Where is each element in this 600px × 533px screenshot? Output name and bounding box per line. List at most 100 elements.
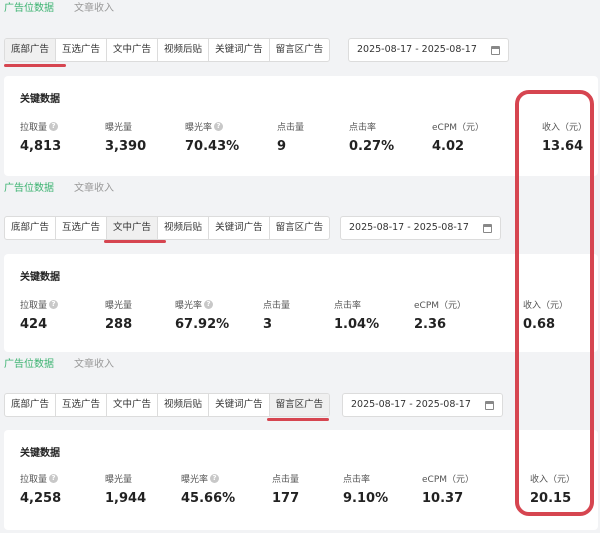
key-data-card: 关键数据 拉取量? 4,813 曝光量 3,390 曝光率? 70.43% 点击… xyxy=(4,76,598,176)
metric-ecpm: eCPM（元） 10.37 xyxy=(422,472,474,506)
metric-label: 拉取量 xyxy=(20,301,48,311)
metric-label: 曝光率 xyxy=(175,301,203,311)
metric-exposure: 曝光量 288 xyxy=(105,298,132,332)
ad-tab-in-article[interactable]: 文中广告 xyxy=(107,217,159,239)
metric-value: 2.36 xyxy=(414,317,447,332)
ad-tab-comment[interactable]: 留言区广告 xyxy=(270,217,330,239)
metric-ecpm: eCPM（元） 2.36 xyxy=(414,298,466,332)
metric-exposure: 曝光量 3,390 xyxy=(105,120,146,154)
tab-article-income[interactable]: 文章收入 xyxy=(70,180,114,202)
ad-tab-keyword[interactable]: 关键词广告 xyxy=(209,394,270,416)
date-range-text: 2025-08-17 - 2025-08-17 xyxy=(357,44,477,55)
help-icon[interactable]: ? xyxy=(49,300,59,309)
metric-value: 4,813 xyxy=(20,139,62,154)
metric-label: 曝光量 xyxy=(105,475,133,485)
annotation-underline xyxy=(4,64,66,67)
ad-type-selector: 底部广告 互选广告 文中广告 视频后贴 关键词广告 留言区广告 xyxy=(4,216,331,240)
calendar-icon xyxy=(484,400,494,410)
tab-ad-slot-data[interactable]: 广告位数据 xyxy=(0,356,54,378)
ad-tab-in-article[interactable]: 文中广告 xyxy=(107,39,159,61)
metric-ctr: 点击率 1.04% xyxy=(334,298,379,332)
metric-label: 点击率 xyxy=(349,123,377,133)
key-data-card: 关键数据 拉取量? 4,258 曝光量 1,944 曝光率? 45.66% 点击… xyxy=(4,430,598,530)
metric-value: 4,258 xyxy=(20,491,62,506)
tab-ad-slot-data[interactable]: 广告位数据 xyxy=(0,180,54,202)
ad-tab-video-post[interactable]: 视频后贴 xyxy=(158,394,210,416)
metric-label: 点击率 xyxy=(334,301,362,311)
metric-pull: 拉取量? 4,258 xyxy=(20,472,61,506)
metric-label: 曝光量 xyxy=(105,123,133,133)
metric-ctr: 点击率 9.10% xyxy=(343,472,388,506)
metric-label: 拉取量 xyxy=(20,475,48,485)
ad-tab-in-article[interactable]: 文中广告 xyxy=(107,394,159,416)
metric-value: 70.43% xyxy=(185,139,240,154)
metric-value: 9.10% xyxy=(343,491,389,506)
help-icon[interactable]: ? xyxy=(210,474,220,483)
help-icon[interactable]: ? xyxy=(214,122,224,131)
metric-value: 424 xyxy=(20,317,48,332)
metric-value: 45.66% xyxy=(181,491,236,506)
metric-label: 点击量 xyxy=(263,301,291,311)
tab-ad-slot-data[interactable]: 广告位数据 xyxy=(0,0,54,22)
metric-value: 288 xyxy=(105,317,133,332)
metric-label: 拉取量 xyxy=(20,123,48,133)
metric-value: 1.04% xyxy=(334,317,380,332)
ad-tab-mutual[interactable]: 互选广告 xyxy=(56,217,108,239)
metric-value: 3 xyxy=(263,317,273,332)
metric-label: 曝光量 xyxy=(105,301,133,311)
ad-tab-bottom[interactable]: 底部广告 xyxy=(5,394,57,416)
calendar-icon xyxy=(490,45,500,55)
ad-type-selector: 底部广告 互选广告 文中广告 视频后贴 关键词广告 留言区广告 xyxy=(4,38,331,62)
metric-value: 1,944 xyxy=(105,491,147,506)
metric-exposure-rate: 曝光率? 67.92% xyxy=(175,298,229,332)
ad-tab-comment[interactable]: 留言区广告 xyxy=(269,394,330,416)
calendar-icon xyxy=(482,223,492,233)
date-range-picker[interactable]: 2025-08-17 - 2025-08-17 xyxy=(348,38,509,62)
ad-tab-bottom[interactable]: 底部广告 xyxy=(5,217,57,239)
metric-clicks: 点击量 9 xyxy=(277,120,304,154)
ad-tab-keyword[interactable]: 关键词广告 xyxy=(209,217,270,239)
metric-label: 点击量 xyxy=(272,475,300,485)
metric-exposure-rate: 曝光率? 70.43% xyxy=(185,120,239,154)
metric-exposure: 曝光量 1,944 xyxy=(105,472,146,506)
metric-label: 点击率 xyxy=(343,475,371,485)
help-icon[interactable]: ? xyxy=(49,474,59,483)
metric-value: 10.37 xyxy=(422,491,464,506)
metric-value: 4.02 xyxy=(432,139,465,154)
metric-label: eCPM（元） xyxy=(432,123,485,133)
metric-ecpm: eCPM（元） 4.02 xyxy=(432,120,484,154)
metric-label: 曝光率 xyxy=(185,123,213,133)
ad-tab-keyword[interactable]: 关键词广告 xyxy=(209,39,270,61)
metric-value: 9 xyxy=(277,139,287,154)
card-title: 关键数据 xyxy=(20,272,60,283)
date-range-picker[interactable]: 2025-08-17 - 2025-08-17 xyxy=(340,216,501,240)
metric-ctr: 点击率 0.27% xyxy=(349,120,394,154)
ad-tab-mutual[interactable]: 互选广告 xyxy=(56,39,108,61)
help-icon[interactable]: ? xyxy=(49,122,59,131)
ad-tab-comment[interactable]: 留言区广告 xyxy=(270,39,330,61)
metric-pull: 拉取量? 424 xyxy=(20,298,59,332)
ad-tab-bottom[interactable]: 底部广告 xyxy=(5,39,57,61)
income-highlight-box xyxy=(515,90,594,516)
metric-label: eCPM（元） xyxy=(414,301,467,311)
ad-tab-video-post[interactable]: 视频后贴 xyxy=(158,39,210,61)
annotation-underline xyxy=(267,418,329,421)
ad-tab-video-post[interactable]: 视频后贴 xyxy=(158,217,210,239)
ad-tab-mutual[interactable]: 互选广告 xyxy=(56,394,108,416)
help-icon[interactable]: ? xyxy=(204,300,214,309)
date-range-picker[interactable]: 2025-08-17 - 2025-08-17 xyxy=(342,393,503,417)
date-range-text: 2025-08-17 - 2025-08-17 xyxy=(349,222,469,233)
card-title: 关键数据 xyxy=(20,94,60,105)
metric-clicks: 点击量 177 xyxy=(272,472,299,506)
tab-article-income[interactable]: 文章收入 xyxy=(70,0,114,22)
metric-value: 177 xyxy=(272,491,300,506)
card-title: 关键数据 xyxy=(20,448,60,459)
metric-value: 3,390 xyxy=(105,139,147,154)
metric-label: 点击量 xyxy=(277,123,305,133)
metric-exposure-rate: 曝光率? 45.66% xyxy=(181,472,235,506)
metric-value: 0.27% xyxy=(349,139,395,154)
metric-pull: 拉取量? 4,813 xyxy=(20,120,61,154)
tab-article-income[interactable]: 文章收入 xyxy=(70,356,114,378)
ad-type-selector: 底部广告 互选广告 文中广告 视频后贴 关键词广告 留言区广告 xyxy=(4,393,331,417)
date-range-text: 2025-08-17 - 2025-08-17 xyxy=(351,399,471,410)
